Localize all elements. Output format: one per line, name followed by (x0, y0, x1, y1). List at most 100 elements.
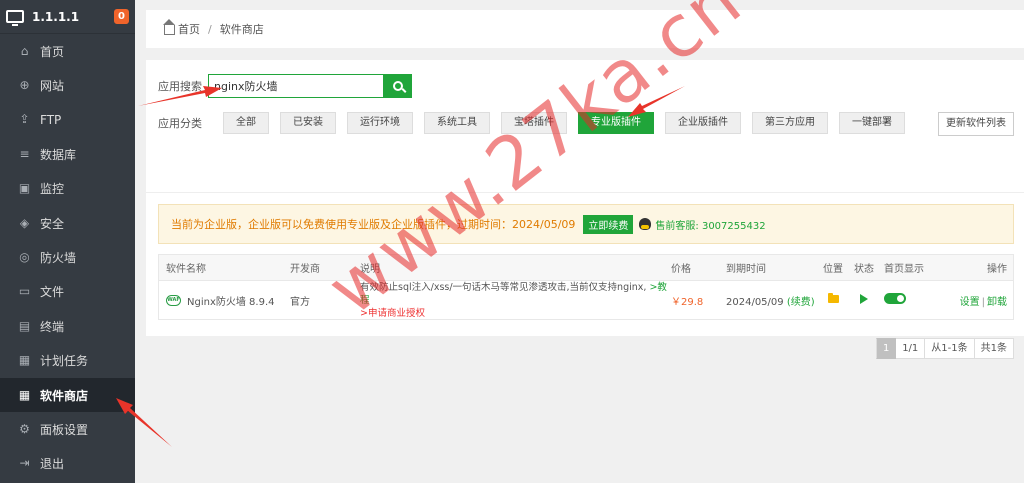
qq-icon (639, 218, 652, 230)
sidebar-item-4[interactable]: ▣ 监控 (0, 172, 135, 206)
sidebar-item-label: 软件商店 (40, 388, 89, 403)
page-current[interactable]: 1 (876, 338, 897, 359)
main-content: 首页 / 软件商店 应用搜索 应用分类 全部已安装运行环境系统工具宝塔插件专业版… (146, 10, 1024, 359)
sidebar-item-1[interactable]: ⊕ 网站 (0, 68, 135, 102)
sidebar-item-label: 监控 (40, 182, 65, 197)
category-row: 应用分类 全部 已安装 运行环境 系统工具 宝塔插件 专业版插件 企业版插件 第三方应用 一键部… (158, 112, 916, 134)
sidebar-item-label: 退出 (40, 457, 65, 472)
monitor-icon (6, 10, 24, 26)
pagination: 1 1/1 从1-1条 共1条 (876, 338, 1014, 359)
presales-service[interactable]: 售前客服: 3007255432 (655, 217, 765, 232)
col-homepage: 首页显示 (884, 264, 924, 275)
sidebar-item-label: 计划任务 (40, 354, 89, 369)
plugin-price: ￥29.8 (671, 296, 704, 308)
plugin-description: 有效防止sql注入/xss/一句话木马等常见渗透攻击,当前仅支持nginx, >… (360, 281, 671, 320)
category-list: 全部 已安装 运行环境 系统工具 宝塔插件 专业版插件 企业版插件 第三方应用 一键部署 (223, 112, 916, 134)
calendar-icon: ▦ (18, 353, 31, 368)
notification-badge[interactable]: 0 (114, 9, 129, 24)
store-panel: 应用搜索 应用分类 全部已安装运行环境系统工具宝塔插件专业版插件企业版插件第三方… (146, 60, 1024, 359)
sidebar-item-label: 面板设置 (40, 422, 89, 437)
sidebar-item-2[interactable]: ⇪ FTP (0, 103, 135, 137)
renew-link[interactable]: (续费) (787, 297, 815, 308)
search-row: 应用搜索 (158, 74, 412, 98)
sidebar-item-label: 数据库 (40, 147, 77, 162)
server-header[interactable]: 1.1.1.1 0 (0, 0, 135, 34)
sidebar-item-label: 防火墙 (40, 251, 77, 266)
settings-link[interactable]: 设置 (960, 297, 980, 308)
renew-now-button[interactable]: 立即续费 (583, 214, 634, 234)
table-row: WAF Nginx防火墙 8.9.4 官方 有效防止sql注入/xss/一句话木… (159, 281, 1013, 319)
sidebar-item-7[interactable]: ▭ 文件 (0, 275, 135, 309)
category-3[interactable]: 系统工具 (424, 112, 490, 134)
search-icon (393, 81, 403, 91)
table-header: 软件名称 开发商 说明 价格 到期时间 位置 状态 首页显示 操作 (159, 255, 1013, 281)
col-actions: 操作 (987, 264, 1007, 275)
terminal-icon: ▤ (18, 318, 31, 333)
play-icon[interactable] (860, 293, 868, 304)
uninstall-link[interactable]: 卸载 (987, 297, 1007, 308)
sidebar-item-9[interactable]: ▦ 计划任务 (0, 344, 135, 378)
sidebar-item-6[interactable]: ◎ 防火墙 (0, 240, 135, 274)
description-text: 有效防止sql注入/xss/一句话木马等常见渗透攻击,当前仅支持nginx, (360, 281, 647, 293)
category-4[interactable]: 宝塔插件 (501, 112, 567, 134)
expire-date: 2024/05/09 (726, 296, 784, 308)
apps-icon: ▦ (18, 387, 31, 402)
sidebar-item-11[interactable]: ⚙ 面板设置 (0, 412, 135, 446)
commercial-license-link[interactable]: >申请商业授权 (360, 308, 425, 319)
folder-icon[interactable] (827, 292, 839, 303)
sidebar-item-label: 文件 (40, 285, 65, 300)
breadcrumb-separator: / (208, 22, 212, 36)
refresh-list-button[interactable]: 更新软件列表 (938, 112, 1014, 136)
notice-text: 当前为企业版，企业版可以免费使用专业版及企业版插件，过期时间：2024/05/0… (171, 218, 576, 231)
globe-icon: ⊕ (19, 78, 30, 93)
category-1[interactable]: 已安装 (280, 112, 336, 134)
plugin-developer: 官方 (290, 296, 310, 308)
license-notice: 当前为企业版，企业版可以免费使用专业版及企业版插件，过期时间：2024/05/0… (158, 204, 1014, 244)
search-input[interactable] (208, 74, 384, 98)
category-7[interactable]: 第三方应用 (752, 112, 828, 134)
status-cell (849, 293, 879, 307)
homepage-cell (879, 293, 934, 307)
col-status: 状态 (854, 264, 874, 275)
search-label: 应用搜索 (158, 80, 202, 93)
col-price: 价格 (671, 264, 691, 275)
location-cell (817, 292, 849, 306)
action-separator: | (981, 296, 985, 308)
category-5[interactable]: 专业版插件 (578, 112, 654, 134)
server-ip: 1.1.1.1 (32, 9, 80, 24)
category-0[interactable]: 全部 (223, 112, 269, 134)
sidebar-item-12[interactable]: ⇥ 退出 (0, 447, 135, 481)
home-icon: ⌂ (20, 43, 29, 58)
col-developer: 开发商 (290, 264, 320, 275)
shield-icon: ◈ (19, 215, 30, 230)
page-total: 共1条 (974, 338, 1014, 359)
breadcrumb-current: 软件商店 (219, 23, 264, 36)
page-range: 从1-1条 (925, 338, 975, 359)
sidebar-item-10[interactable]: ▦ 软件商店 (0, 377, 135, 413)
sidebar-item-5[interactable]: ◈ 安全 (0, 206, 135, 240)
ftp-icon: ⇪ (19, 112, 30, 127)
database-icon: ≡ (19, 146, 30, 161)
col-expire: 到期时间 (726, 264, 766, 275)
sidebar-item-3[interactable]: ≡ 数据库 (0, 137, 135, 171)
sidebar-item-8[interactable]: ▤ 终端 (0, 309, 135, 343)
actions-cell: 设置 | 卸载 (934, 293, 1013, 308)
category-6[interactable]: 企业版插件 (665, 112, 741, 134)
homepage-toggle[interactable] (884, 293, 906, 304)
gear-icon: ⚙ (19, 421, 30, 436)
plugin-name: Nginx防火墙 8.9.4 (187, 296, 275, 308)
plugin-table: 软件名称 开发商 说明 价格 到期时间 位置 状态 首页显示 操作 WAF Ng… (158, 254, 1014, 320)
monitor-icon: ▣ (18, 181, 31, 196)
category-8[interactable]: 一键部署 (839, 112, 905, 134)
col-location: 位置 (823, 264, 843, 275)
firewall-icon: ◎ (19, 250, 30, 265)
search-button[interactable] (384, 74, 412, 98)
sidebar-item-label: 首页 (40, 44, 65, 59)
home-icon[interactable] (163, 19, 175, 35)
category-2[interactable]: 运行环境 (347, 112, 413, 134)
breadcrumb-home[interactable]: 首页 (178, 21, 200, 37)
sidebar-item-label: 安全 (40, 216, 65, 231)
sidebar: 1.1.1.1 0 ⌂ 首页 ⊕ 网站 ⇪ FTP ≡ 数据库 ▣ 监控 ◈ 安全 ◎ 防火墙 ▭ 文件 ▤ 终端… (0, 0, 135, 483)
divider (146, 192, 1024, 193)
sidebar-item-0[interactable]: ⌂ 首页 (0, 34, 135, 68)
